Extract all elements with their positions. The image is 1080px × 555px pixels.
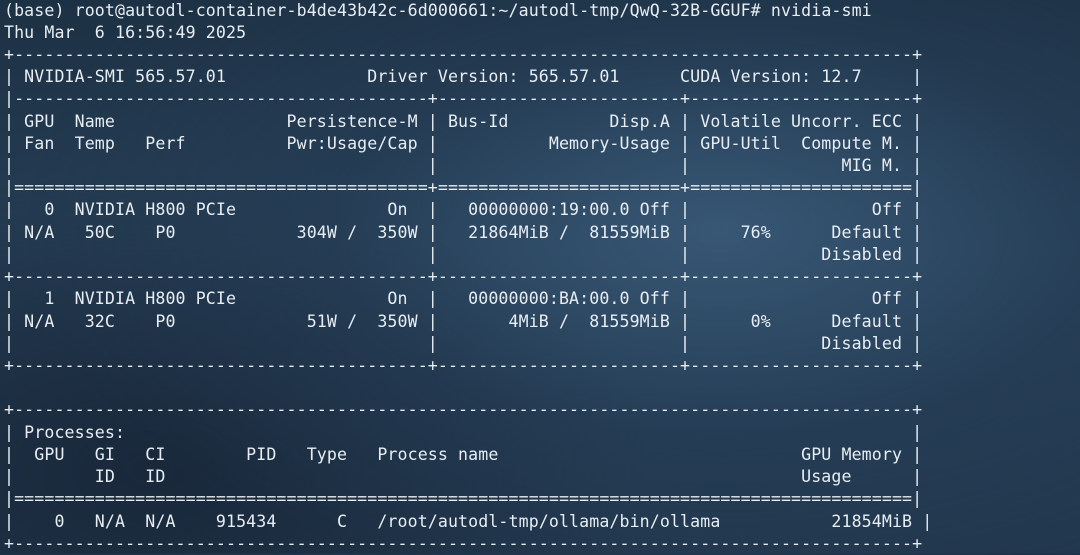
prompt-line: (base) root@autodl-container-b4de43b42c-…: [4, 0, 872, 22]
gpu-row-separator: +---------------------------------------…: [4, 267, 923, 286]
processes-title-line: | Processes: |: [4, 423, 923, 442]
table-border-top: +---------------------------------------…: [4, 45, 923, 64]
gpu-0-line-2: | N/A 50C P0 304W / 350W | 21864MiB / 81…: [4, 223, 923, 242]
process-header-line-1: | GPU GI CI PID Type Process name GPU Me…: [4, 445, 923, 464]
gpu-header-line-2: | Fan Temp Perf Pwr:Usage/Cap | Memory-U…: [4, 134, 923, 153]
gpu-1-line-2: | N/A 32C P0 51W / 350W | 4MiB / 81559Mi…: [4, 312, 923, 331]
gpu-0-line-1: | 0 NVIDIA H800 PCIe On | 00000000:19:00…: [4, 200, 923, 219]
command-text: nvidia-smi: [770, 1, 872, 20]
gpu-1-line-3: | | | Disabled |: [4, 334, 923, 353]
process-row: | 0 N/A N/A 915434 C /root/autodl-tmp/ol…: [4, 512, 933, 531]
gpu-table-border-bottom: +---------------------------------------…: [4, 356, 923, 375]
terminal-window[interactable]: (base) root@autodl-container-b4de43b42c-…: [0, 0, 1080, 553]
process-header-line-2: | ID ID Usage |: [4, 467, 923, 486]
driver-info-line: | NVIDIA-SMI 565.57.01 Driver Version: 5…: [4, 67, 923, 86]
gpu-header-line-1: | GPU Name Persistence-M | Bus-Id Disp.A…: [4, 112, 923, 131]
process-table-border-bottom: +---------------------------------------…: [4, 534, 923, 553]
table-separator: |---------------------------------------…: [4, 89, 923, 108]
timestamp-line: Thu Mar 6 16:56:49 2025: [4, 23, 247, 42]
gpu-0-line-3: | | | Disabled |: [4, 245, 923, 264]
shell-prompt: (base) root@autodl-container-b4de43b42c-…: [4, 1, 761, 20]
process-table-border-top: +---------------------------------------…: [4, 400, 923, 419]
process-header-divider: |=======================================…: [4, 489, 923, 508]
gpu-1-line-1: | 1 NVIDIA H800 PCIe On | 00000000:BA:00…: [4, 289, 923, 308]
table-header-divider: |=======================================…: [4, 178, 923, 197]
gpu-header-line-3: | | | MIG M. |: [4, 156, 923, 175]
